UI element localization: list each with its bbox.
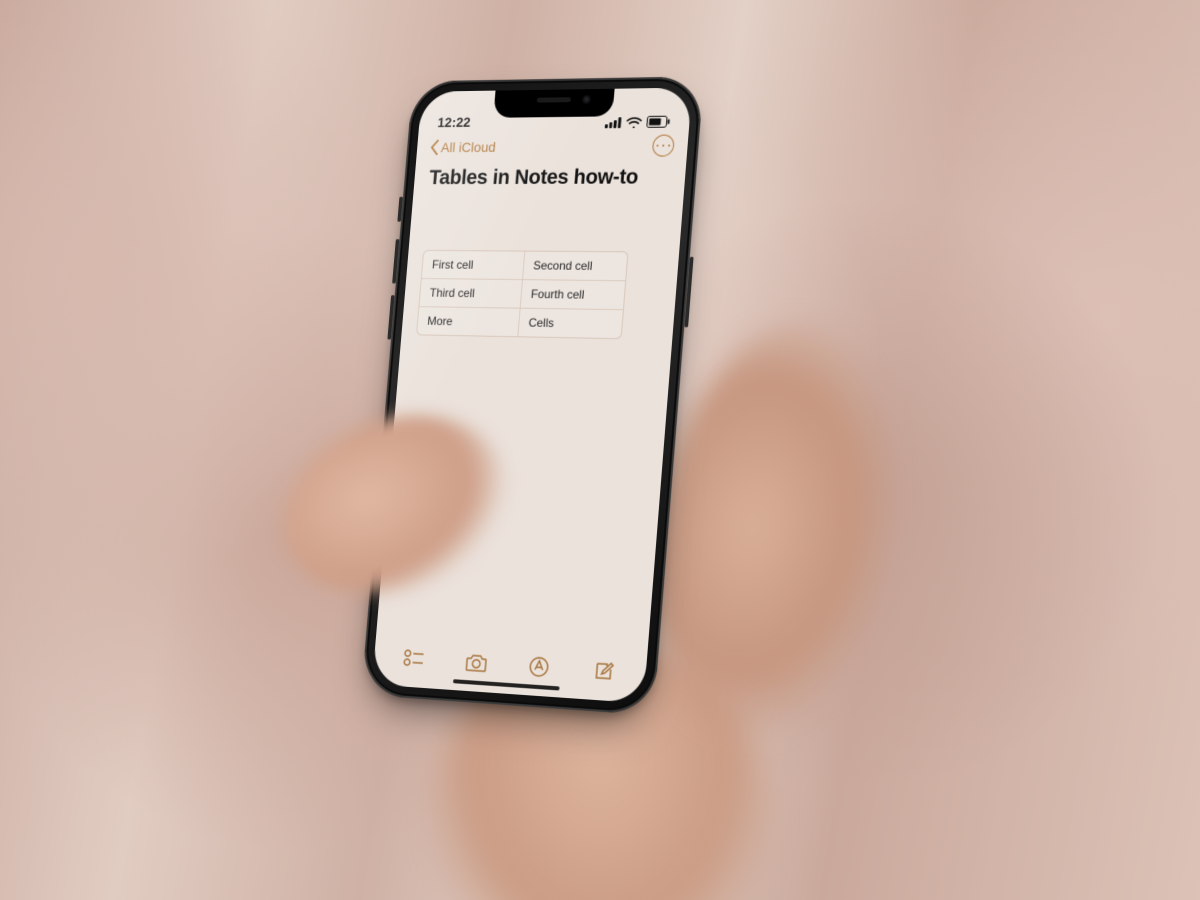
earpiece-speaker xyxy=(537,97,571,102)
front-camera xyxy=(582,95,591,104)
note-title[interactable]: Tables in Notes how-to xyxy=(414,161,687,190)
markup-icon xyxy=(528,655,551,679)
note-body[interactable]: First cell Second cell Third cell Fourth… xyxy=(377,189,685,646)
back-button[interactable]: All iCloud xyxy=(429,139,496,155)
iphone-device: 12:22 xyxy=(361,76,704,715)
markup-button[interactable] xyxy=(526,653,553,681)
back-label: All iCloud xyxy=(440,139,496,155)
table-cell[interactable]: First cell xyxy=(422,251,524,279)
phone-screen: 12:22 xyxy=(372,87,692,703)
checklist-icon xyxy=(403,648,425,669)
table-cell[interactable]: Second cell xyxy=(522,252,628,281)
table-row: More Cells xyxy=(417,306,623,338)
table-cell[interactable]: Third cell xyxy=(419,279,521,308)
compose-icon xyxy=(592,659,615,683)
cellular-signal-icon xyxy=(605,117,622,128)
chevron-left-icon xyxy=(429,140,439,156)
camera-icon xyxy=(464,652,488,673)
status-time: 12:22 xyxy=(437,114,494,130)
table-cell[interactable]: Fourth cell xyxy=(519,280,625,309)
table-cell[interactable]: Cells xyxy=(517,309,623,339)
wifi-icon xyxy=(626,116,642,127)
table-cell[interactable]: More xyxy=(417,307,519,336)
more-actions-button[interactable] xyxy=(652,135,675,157)
ellipsis-icon xyxy=(662,145,664,147)
